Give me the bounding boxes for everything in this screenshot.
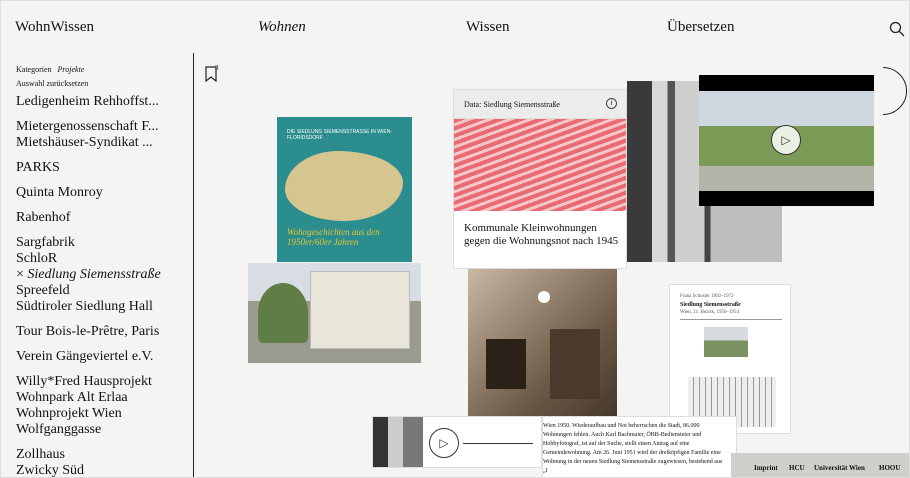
data-card-label: Data: Siedlung Siemensstraße <box>464 100 560 109</box>
sidebar-item-label: Siedlung Siemensstraße <box>27 267 161 282</box>
play-icon[interactable]: ▷ <box>771 125 801 155</box>
text-excerpt: Wien 1950. Wiederaufbau und Not beherrsc… <box>543 423 723 474</box>
aerial-photo <box>454 119 626 211</box>
sidebar-item-zollhaus[interactable]: Zollhaus <box>16 447 191 463</box>
deselect-icon[interactable]: × <box>16 267 24 282</box>
data-card-header: Data: Siedlung Siemensstraße i <box>454 90 626 119</box>
armchair-shape <box>486 339 526 389</box>
book-cover-subtitle: DIE SIEDLUNG SIEMENSSTRASSE IN WIEN-FLOR… <box>287 129 393 141</box>
lamp-shape <box>538 291 550 303</box>
data-card-siemensstrasse[interactable]: Data: Siedlung Siemensstraße i Kommunale… <box>453 89 627 269</box>
sidebar-item-ledigenheim[interactable]: Ledigenheim Rehhoffst... <box>16 94 191 110</box>
document-title: Siedlung Siemensstraße <box>680 302 741 308</box>
sidebar-item-alt-erlaa[interactable]: Wohnpark Alt Erlaa <box>16 390 191 406</box>
top-navigation: WohnWissen Wohnen Wissen Übersetzen <box>1 1 909 53</box>
document-divider <box>680 319 782 320</box>
footer-link-hoou[interactable]: HOOU <box>879 464 900 472</box>
filter-value: Projekte <box>57 65 85 74</box>
site-logo[interactable]: WohnWissen <box>15 19 94 36</box>
sidebar-item-zwicky-sued[interactable]: Zwicky Süd <box>16 463 191 477</box>
sidebar-item-sargfabrik[interactable]: Sargfabrik <box>16 235 191 251</box>
sidebar-item-suedtiroler-siedlung[interactable]: Südtiroler Siedlung Hall <box>16 299 191 315</box>
reset-selection-link[interactable]: Auswahl zurücksetzen <box>16 79 88 88</box>
document-meta: Wien, 21. Bezirk, 1950–1954 <box>680 310 739 315</box>
sidebar-item-rabenhof[interactable]: Rabenhof <box>16 210 191 226</box>
bookmark-count: 3 <box>215 64 219 72</box>
sidebar-item-parks[interactable]: PARKS <box>16 160 191 176</box>
interior-photo-card[interactable] <box>468 269 617 439</box>
book-cover-card[interactable]: DIE SIEDLUNG SIEMENSSTRASSE IN WIEN-FLOR… <box>277 117 412 262</box>
nav-wohnen[interactable]: Wohnen <box>258 19 306 36</box>
video-card-settlement[interactable]: ▷ <box>699 75 874 206</box>
sidebar-item-wohnprojekt-wien[interactable]: Wohnprojekt Wien <box>16 406 191 422</box>
radio-cabinet-shape <box>550 329 600 399</box>
book-cover-title: Wohngeschichten aus den 1950er/60er Jahr… <box>287 227 380 247</box>
sidebar-item-quinta-monroy[interactable]: Quinta Monroy <box>16 185 191 201</box>
app-window: WohnWissen Wohnen Wissen Übersetzen Kate… <box>0 0 910 478</box>
sidebar-item-gaengeviertel[interactable]: Verein Gängeviertel e.V. <box>16 349 191 365</box>
footer-link-hcu[interactable]: HCU <box>789 464 805 472</box>
sidebar-item-spreefeld[interactable]: Spreefeld <box>16 283 191 299</box>
sidebar-item-mietshaeuser-syndikat[interactable]: Mietshäuser-Syndikat ... <box>16 135 191 151</box>
sidebar-item-siedlung-siemensstrasse[interactable]: × Siedlung Siemensstraße <box>16 267 191 283</box>
tree-shape <box>258 283 308 343</box>
data-card-title: Kommunale Kleinwohnungen gegen die Wohnu… <box>464 222 619 247</box>
sidebar-item-willy-fred[interactable]: Willy*Fred Hausprojekt <box>16 374 191 390</box>
play-icon[interactable]: ▷ <box>429 428 459 458</box>
sidebar-item-tour-bois-le-pretre[interactable]: Tour Bois-le-Prêtre, Paris <box>16 324 191 340</box>
video-thumbnail <box>373 417 423 467</box>
footer-link-imprint[interactable]: Imprint <box>754 464 778 472</box>
housing-photo-card[interactable] <box>248 263 421 363</box>
video-card-street[interactable]: ▷ <box>372 416 542 468</box>
project-sidebar: Kategorien Projekte Auswahl zurücksetzen … <box>1 53 194 477</box>
nav-uebersetzen[interactable]: Übersetzen <box>667 19 734 36</box>
category-filter[interactable]: Kategorien Projekte <box>16 65 84 74</box>
search-icon[interactable] <box>889 21 905 37</box>
document-photo <box>704 327 748 357</box>
text-excerpt-card[interactable]: Wien 1950. Wiederaufbau und Not beherrsc… <box>542 416 737 477</box>
filter-label: Kategorien <box>16 65 52 74</box>
book-cover-photo <box>285 151 403 221</box>
nav-wissen[interactable]: Wissen <box>466 19 510 36</box>
sidebar-item-wolfganggasse[interactable]: Wolfganggasse <box>16 422 191 438</box>
video-progress-bar[interactable] <box>463 443 533 444</box>
info-icon[interactable]: i <box>606 98 617 109</box>
sidebar-item-schlor[interactable]: SchloR <box>16 251 191 267</box>
document-author: Franz Schuster 1892–1972 <box>680 294 734 299</box>
building-facade <box>310 271 410 349</box>
sidebar-item-mietergenossenschaft[interactable]: Mietergenossenschaft F... <box>16 119 191 135</box>
document-card[interactable]: Franz Schuster 1892–1972 Siedlung Siemen… <box>669 284 791 434</box>
footer-link-universitaet-wien[interactable]: Universität Wien <box>814 464 865 472</box>
